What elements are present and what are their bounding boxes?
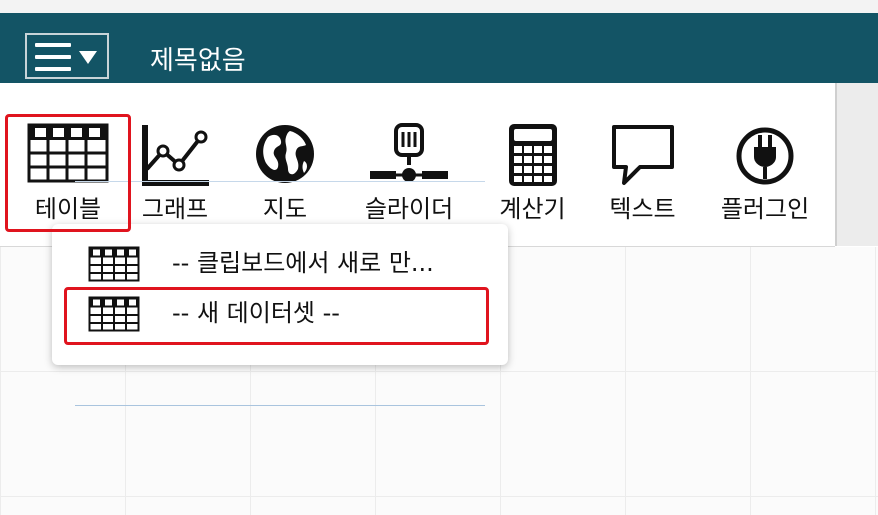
table-tool-label: 테이블 [34,195,102,223]
document-title[interactable]: 제목없음 [150,46,246,76]
calculator-icon [508,124,557,186]
text-tool-label: 텍스트 [609,195,676,223]
slider-icon [370,123,448,182]
title-bar: 제목없음 [0,13,878,83]
hamburger-menu-button[interactable] [25,33,109,79]
graph-tool-label: 그래프 [141,195,209,223]
slider-tool-label: 슬라이더 [364,195,454,223]
caret-down-icon [79,51,97,64]
tile-guide-line [75,405,485,406]
graph-icon [142,125,209,186]
menu-item-new-dataset[interactable]: -- 새 데이터셋 -- [64,286,496,342]
plug-icon [736,127,794,185]
table-icon [88,246,140,282]
menu-item-label: -- 새 데이터셋 -- [172,299,340,327]
tile-guide-line [75,181,485,182]
text-tool[interactable]: 텍스트 [595,123,690,223]
menu-item-label: -- 클립보드에서 새로 만... [172,249,434,277]
plugin-tool[interactable]: 플러그인 [705,123,825,223]
right-panel-edge [835,83,878,246]
speech-bubble-icon [611,125,674,185]
globe-icon [256,125,314,183]
map-tool[interactable]: 지도 [235,123,335,223]
table-icon [27,123,109,183]
table-icon [88,296,140,332]
tool-shelf: 테이블 그래프 지도 슬라이더 계산기 텍스트 플러그인 [0,83,835,247]
calculator-tool-label: 계산기 [499,195,566,223]
table-dropdown-menu: -- 클립보드에서 새로 만... -- 새 데이터셋 -- [52,224,508,365]
calculator-tool[interactable]: 계산기 [485,123,580,223]
table-tool[interactable]: 테이블 [8,123,128,223]
hamburger-icon [35,43,71,71]
plugin-tool-label: 플러그인 [720,195,810,223]
window-top-strip [0,0,878,13]
slider-tool[interactable]: 슬라이더 [350,123,468,223]
map-tool-label: 지도 [262,195,308,223]
menu-item-new-from-clipboard[interactable]: -- 클립보드에서 새로 만... [64,236,496,292]
graph-tool[interactable]: 그래프 [120,123,230,223]
